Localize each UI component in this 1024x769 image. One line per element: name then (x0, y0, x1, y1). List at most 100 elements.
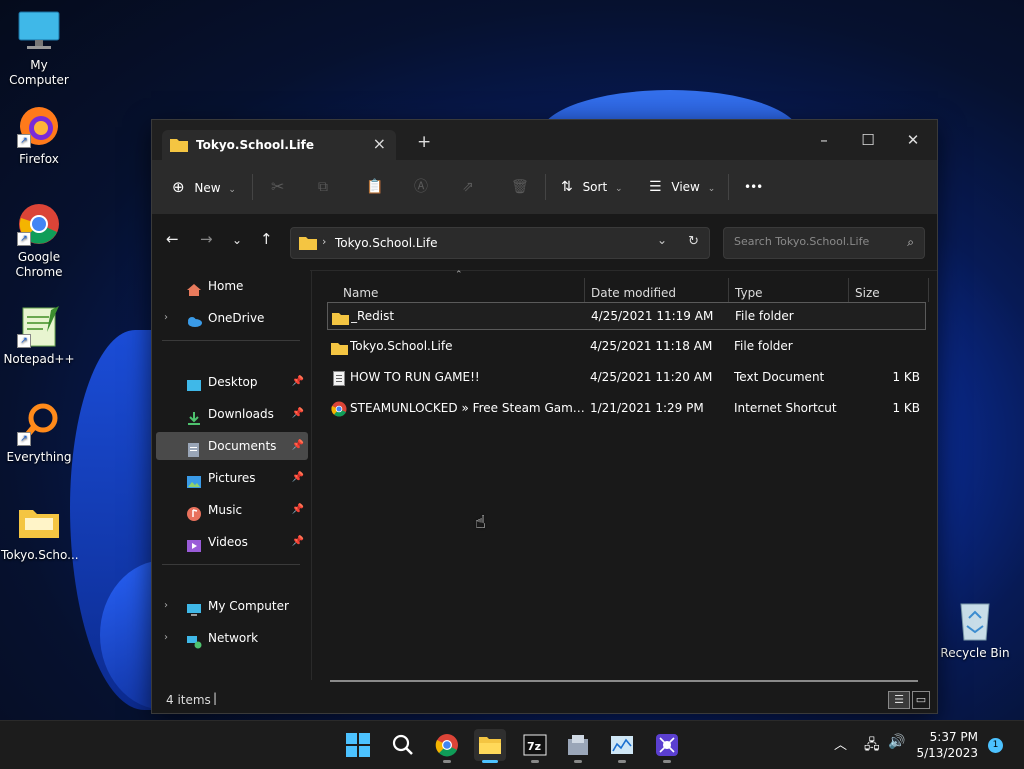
running-indicator (663, 760, 671, 763)
rename-icon[interactable]: Ⓐ (414, 172, 428, 202)
file-type: File folder (735, 309, 794, 323)
nav-item-documents[interactable]: Documents 📌 (156, 432, 308, 460)
nav-item-onedrive[interactable]: › OneDrive (156, 304, 308, 332)
network-status-icon[interactable]: 🖧 (864, 734, 880, 758)
pin-icon[interactable]: 📌 (292, 432, 304, 460)
expand-chevron-icon[interactable]: › (164, 304, 168, 332)
tab-tokyo-school-life[interactable]: Tokyo.School.Life × (162, 130, 396, 160)
show-hidden-icons-chevron-icon[interactable]: ︿ (834, 734, 847, 753)
desktop-icon-notepad-plus-plus[interactable]: ↗ Notepad++ (1, 304, 77, 367)
command-bar: ⊕ New ⌄ ✂ ⧉ 📋 Ⓐ ⇗ 🗑 ⇅ Sort ⌄ ☰ View ⌄ ••… (152, 160, 937, 214)
new-button[interactable]: ⊕ New ⌄ (172, 172, 236, 202)
chrome-icon (435, 734, 458, 757)
file-row[interactable]: Tokyo.School.Life 4/25/2021 11:18 AM Fil… (327, 333, 924, 359)
recent-locations-chevron-icon[interactable]: ⌄ (232, 233, 242, 247)
notification-badge[interactable]: 1 (988, 738, 1003, 753)
taskbar-chrome[interactable] (431, 729, 463, 763)
folder-icon (299, 235, 317, 253)
maximize-button[interactable]: ☐ (846, 126, 890, 154)
nav-label: Music (208, 503, 243, 517)
back-arrow-icon[interactable]: ← (166, 230, 179, 248)
up-arrow-icon[interactable]: ↑ (260, 230, 273, 248)
start-button[interactable] (342, 729, 374, 761)
nav-item-downloads[interactable]: Downloads 📌 (156, 400, 308, 428)
minimize-button[interactable]: – (802, 126, 846, 154)
pin-icon[interactable]: 📌 (292, 368, 304, 396)
nav-item-desktop[interactable]: Desktop 📌 (156, 368, 308, 396)
file-list: ⌃ Name Date modified Type Size _Redist 4… (312, 270, 937, 680)
tab-title: Tokyo.School.Life (196, 138, 315, 152)
taskbar-app[interactable] (651, 729, 683, 763)
video-icon (186, 535, 202, 552)
file-row[interactable]: STEAMUNLOCKED » Free Steam Games P... 1/… (327, 395, 924, 421)
taskbar-file-explorer[interactable] (474, 729, 506, 763)
search-input[interactable] (732, 234, 896, 249)
desktop-icon-tokyo-school-folder[interactable]: Tokyo.Scho... (1, 500, 79, 563)
see-more-button[interactable]: ••• (744, 172, 763, 202)
search-taskbar-button[interactable] (387, 729, 419, 761)
address-bar[interactable]: › Tokyo.School.Life ⌄ ↻ (290, 227, 710, 259)
folder-icon (332, 308, 349, 334)
chevron-down-icon[interactable]: ⌄ (657, 233, 667, 247)
nav-item-my-computer[interactable]: › My Computer (156, 592, 308, 620)
column-divider[interactable] (848, 278, 849, 302)
desktop-icon-everything[interactable]: ↗ Everything (1, 402, 77, 465)
cut-icon[interactable]: ✂ (271, 172, 284, 202)
copy-icon[interactable]: ⧉ (318, 172, 328, 202)
desktop-icon-recycle-bin[interactable]: Recycle Bin (937, 598, 1013, 661)
search-icon[interactable]: ⌕ (907, 235, 914, 250)
magnifier-icon: ↗ (17, 402, 61, 446)
tiles-view-icon[interactable]: ▭ (912, 691, 930, 709)
running-indicator (443, 760, 451, 763)
volume-icon[interactable]: 🔊 (888, 734, 905, 750)
task-manager-icon (611, 736, 633, 754)
title-bar: Tokyo.School.Life × + – ☐ ✕ (152, 120, 937, 160)
search-box[interactable]: ⌕ (723, 227, 925, 259)
forward-arrow-icon[interactable]: → (200, 230, 213, 248)
address-path[interactable]: Tokyo.School.Life (335, 236, 437, 250)
pin-icon[interactable]: 📌 (292, 400, 304, 428)
desktop-icon-google-chrome[interactable]: ↗ Google Chrome (1, 202, 77, 280)
pin-icon[interactable]: 📌 (292, 528, 304, 556)
nav-label: Desktop (208, 375, 258, 389)
taskbar-task-manager[interactable] (606, 729, 638, 763)
nav-item-music[interactable]: Music 📌 (156, 496, 308, 524)
file-row[interactable]: HOW TO RUN GAME!! 4/25/2021 11:20 AM Tex… (327, 364, 924, 390)
column-divider[interactable] (584, 278, 585, 302)
pin-icon[interactable]: 📌 (292, 496, 304, 524)
column-divider[interactable] (928, 278, 929, 302)
delete-icon[interactable]: 🗑 (511, 172, 529, 202)
refresh-icon[interactable]: ↻ (688, 234, 699, 249)
nav-item-network[interactable]: › Network (156, 624, 308, 652)
new-tab-button[interactable]: + (417, 132, 431, 152)
taskbar-7zip[interactable]: 7z (519, 729, 551, 763)
pin-icon[interactable]: 📌 (292, 464, 304, 492)
expand-chevron-icon[interactable]: › (164, 592, 168, 620)
paste-icon[interactable]: 📋 (366, 172, 383, 202)
network-app-icon (656, 734, 678, 756)
sort-button[interactable]: ⇅ Sort ⌄ (561, 172, 623, 202)
sort-ascending-caret-icon: ⌃ (455, 270, 463, 280)
desktop-icon-my-computer[interactable]: My Computer (1, 10, 77, 88)
nav-label: OneDrive (208, 311, 265, 325)
file-row[interactable]: _Redist 4/25/2021 11:19 AM File folder (327, 302, 926, 330)
cloud-icon (186, 311, 202, 327)
chevron-down-icon: ⌄ (228, 185, 236, 195)
nav-item-home[interactable]: Home (156, 272, 308, 300)
taskbar-app-installer[interactable] (562, 729, 594, 763)
nav-item-videos[interactable]: Videos 📌 (156, 528, 308, 556)
toolbar-divider (252, 174, 253, 200)
desktop-icon-firefox[interactable]: ↗ Firefox (1, 104, 77, 167)
close-window-button[interactable]: ✕ (891, 126, 935, 154)
expand-chevron-icon[interactable]: › (164, 624, 168, 652)
desktop-icon-label: Firefox (19, 152, 59, 166)
nav-item-pictures[interactable]: Pictures 📌 (156, 464, 308, 492)
close-tab-icon[interactable]: × (373, 134, 386, 153)
column-divider[interactable] (728, 278, 729, 302)
horizontal-scrollbar[interactable] (330, 680, 918, 682)
view-button[interactable]: ☰ View ⌄ (649, 172, 715, 202)
file-size: 1 KB (892, 370, 920, 384)
details-view-icon[interactable]: ☰ (888, 691, 910, 709)
share-icon[interactable]: ⇗ (462, 172, 474, 202)
system-clock[interactable]: 5:37 PM 5/13/2023 (908, 729, 978, 761)
